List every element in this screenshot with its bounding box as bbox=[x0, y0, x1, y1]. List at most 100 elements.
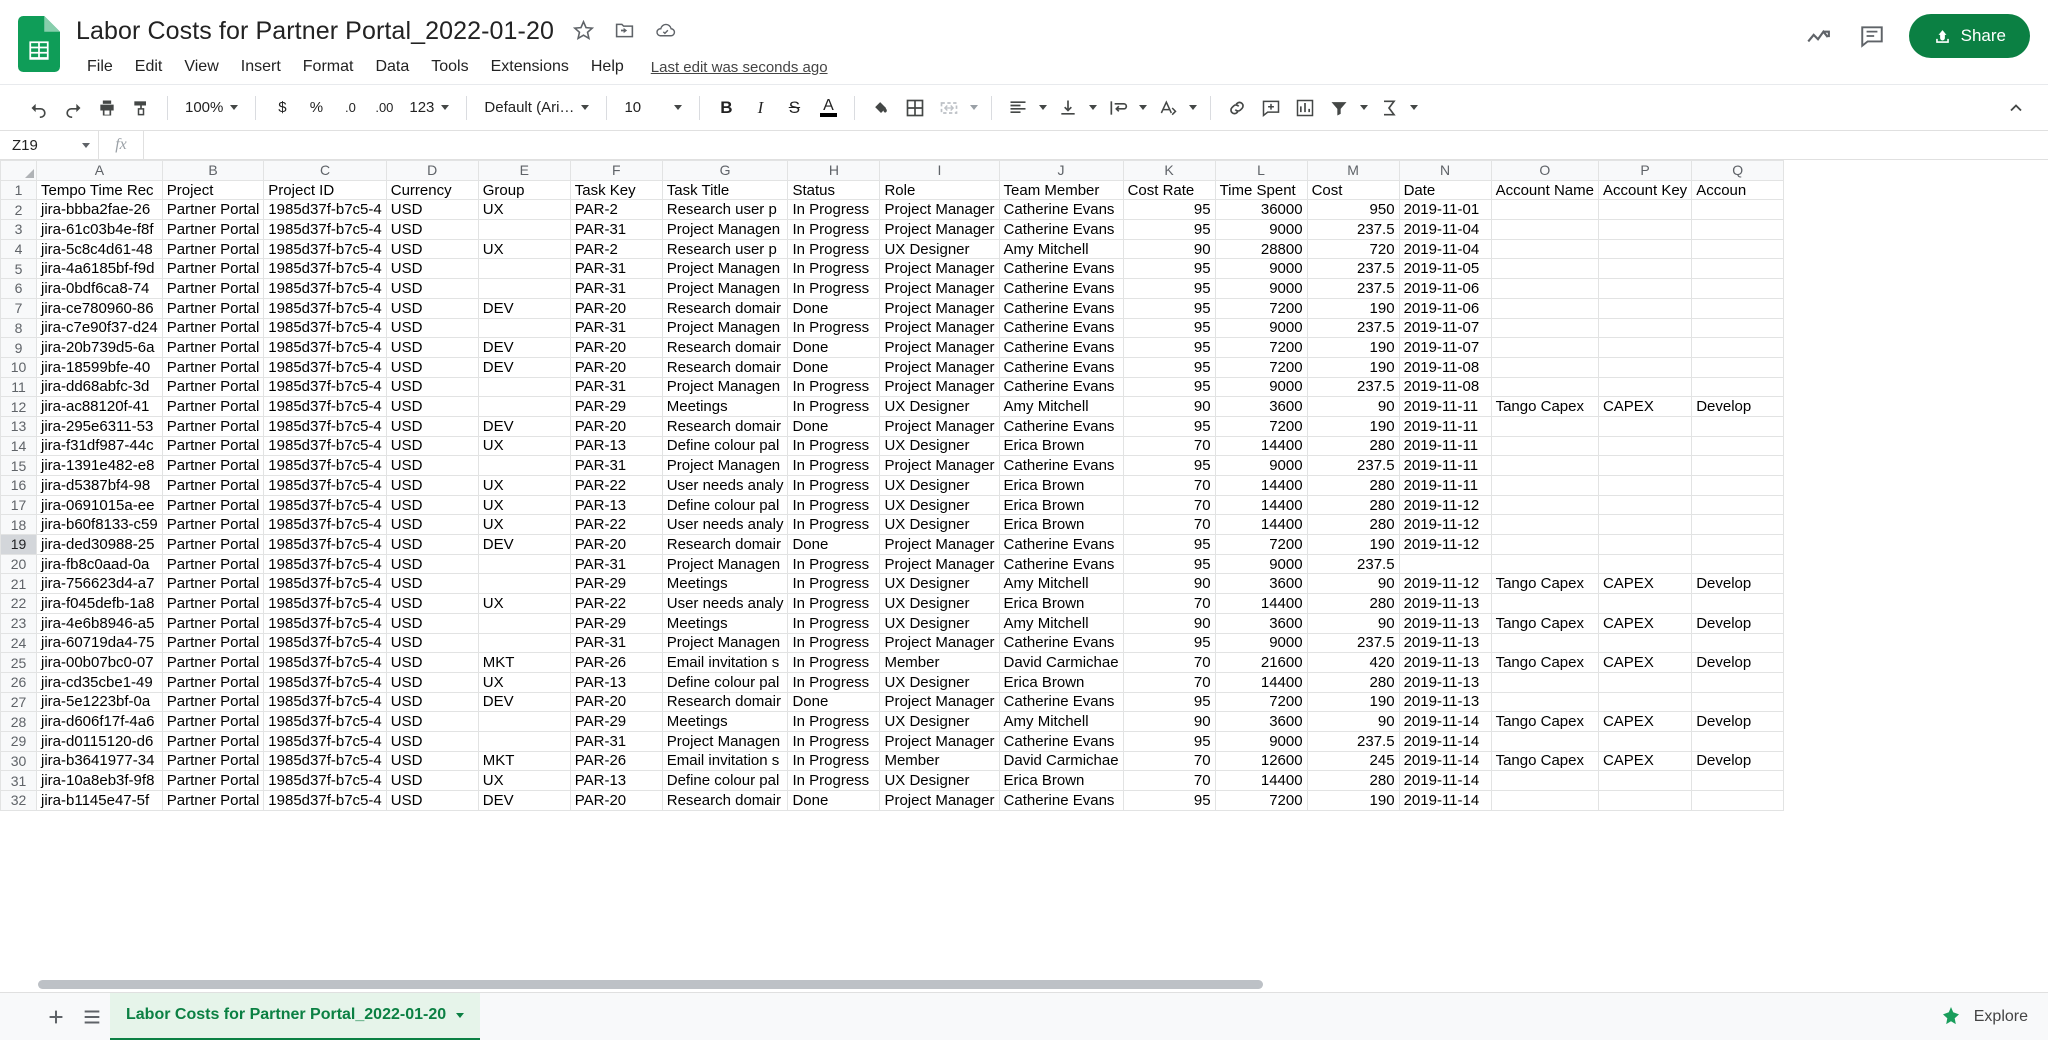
table-row[interactable]: 10jira-18599bfe-40Partner Portal1985d37f… bbox=[1, 357, 1784, 377]
menu-help[interactable]: Help bbox=[580, 54, 635, 80]
cell-M7[interactable]: 190 bbox=[1307, 298, 1399, 318]
cell-D22[interactable]: USD bbox=[386, 594, 478, 614]
cell-E18[interactable]: UX bbox=[478, 515, 570, 535]
header-cell-O1[interactable]: Account Name bbox=[1491, 180, 1598, 200]
text-wrapping-dropdown[interactable] bbox=[1135, 91, 1151, 125]
column-header-D[interactable]: D bbox=[386, 161, 478, 181]
cell-L17[interactable]: 14400 bbox=[1215, 495, 1307, 515]
table-row[interactable]: 29jira-d0115120-d6Partner Portal1985d37f… bbox=[1, 731, 1784, 751]
row-header-13[interactable]: 13 bbox=[1, 416, 37, 436]
cell-Q22[interactable] bbox=[1692, 594, 1784, 614]
header-cell-G1[interactable]: Task Title bbox=[662, 180, 788, 200]
cell-E17[interactable]: UX bbox=[478, 495, 570, 515]
cell-Q9[interactable] bbox=[1692, 338, 1784, 358]
italic-button[interactable]: I bbox=[743, 91, 777, 125]
cell-L6[interactable]: 9000 bbox=[1215, 279, 1307, 299]
header-cell-Q1[interactable]: Accoun bbox=[1692, 180, 1784, 200]
create-filter-dropdown[interactable] bbox=[1356, 91, 1372, 125]
table-row[interactable]: 14jira-f31df987-44cPartner Portal1985d37… bbox=[1, 436, 1784, 456]
cell-F11[interactable]: PAR-31 bbox=[570, 377, 662, 397]
cell-I14[interactable]: UX Designer bbox=[880, 436, 999, 456]
cell-A20[interactable]: jira-fb8c0aad-0a bbox=[37, 554, 163, 574]
cell-M27[interactable]: 190 bbox=[1307, 692, 1399, 712]
table-row[interactable]: 16jira-d5387bf4-98Partner Portal1985d37f… bbox=[1, 476, 1784, 496]
cell-A2[interactable]: jira-bbba2fae-26 bbox=[37, 200, 163, 220]
cell-F18[interactable]: PAR-22 bbox=[570, 515, 662, 535]
cell-G19[interactable]: Research domair bbox=[662, 535, 788, 555]
cell-J20[interactable]: Catherine Evans bbox=[999, 554, 1123, 574]
cell-B14[interactable]: Partner Portal bbox=[162, 436, 264, 456]
cell-J7[interactable]: Catherine Evans bbox=[999, 298, 1123, 318]
cell-B16[interactable]: Partner Portal bbox=[162, 476, 264, 496]
header-cell-P1[interactable]: Account Key bbox=[1598, 180, 1691, 200]
cell-I20[interactable]: Project Manager bbox=[880, 554, 999, 574]
cell-F17[interactable]: PAR-13 bbox=[570, 495, 662, 515]
cell-E27[interactable]: DEV bbox=[478, 692, 570, 712]
cell-D25[interactable]: USD bbox=[386, 653, 478, 673]
cell-L3[interactable]: 9000 bbox=[1215, 220, 1307, 240]
cell-A9[interactable]: jira-20b739d5-6a bbox=[37, 338, 163, 358]
cell-J31[interactable]: Erica Brown bbox=[999, 771, 1123, 791]
cell-A31[interactable]: jira-10a8eb3f-9f8 bbox=[37, 771, 163, 791]
cell-I8[interactable]: Project Manager bbox=[880, 318, 999, 338]
cell-Q29[interactable] bbox=[1692, 731, 1784, 751]
cell-K3[interactable]: 95 bbox=[1123, 220, 1215, 240]
cell-L32[interactable]: 7200 bbox=[1215, 791, 1307, 811]
menu-view[interactable]: View bbox=[173, 54, 229, 80]
cell-K22[interactable]: 70 bbox=[1123, 594, 1215, 614]
cell-N31[interactable]: 2019-11-14 bbox=[1399, 771, 1491, 791]
row-header-20[interactable]: 20 bbox=[1, 554, 37, 574]
cell-O3[interactable] bbox=[1491, 220, 1598, 240]
row-header-29[interactable]: 29 bbox=[1, 731, 37, 751]
cell-A11[interactable]: jira-dd68abfc-3d bbox=[37, 377, 163, 397]
cell-C14[interactable]: 1985d37f-b7c5-4 bbox=[264, 436, 386, 456]
cell-Q18[interactable] bbox=[1692, 515, 1784, 535]
cell-I2[interactable]: Project Manager bbox=[880, 200, 999, 220]
insert-chart-icon[interactable] bbox=[1288, 91, 1322, 125]
cell-D26[interactable]: USD bbox=[386, 672, 478, 692]
cell-P19[interactable] bbox=[1598, 535, 1691, 555]
cell-I29[interactable]: Project Manager bbox=[880, 731, 999, 751]
row-header-3[interactable]: 3 bbox=[1, 220, 37, 240]
cell-G32[interactable]: Research domair bbox=[662, 791, 788, 811]
decrease-decimal-button[interactable]: .0 bbox=[333, 91, 367, 125]
cell-Q26[interactable] bbox=[1692, 672, 1784, 692]
select-all-corner[interactable] bbox=[1, 161, 37, 181]
cell-Q30[interactable]: Develop bbox=[1692, 751, 1784, 771]
vertical-align-dropdown[interactable] bbox=[1085, 91, 1101, 125]
cell-D8[interactable]: USD bbox=[386, 318, 478, 338]
column-header-O[interactable]: O bbox=[1491, 161, 1598, 181]
cell-P25[interactable]: CAPEX bbox=[1598, 653, 1691, 673]
cell-G20[interactable]: Project Managen bbox=[662, 554, 788, 574]
cell-N26[interactable]: 2019-11-13 bbox=[1399, 672, 1491, 692]
cell-A17[interactable]: jira-0691015a-ee bbox=[37, 495, 163, 515]
bold-button[interactable]: B bbox=[709, 91, 743, 125]
cell-J21[interactable]: Amy Mitchell bbox=[999, 574, 1123, 594]
column-header-J[interactable]: J bbox=[999, 161, 1123, 181]
cell-K17[interactable]: 70 bbox=[1123, 495, 1215, 515]
cell-O25[interactable]: Tango Capex bbox=[1491, 653, 1598, 673]
text-rotation-icon[interactable] bbox=[1151, 91, 1185, 125]
cell-N13[interactable]: 2019-11-11 bbox=[1399, 416, 1491, 436]
menu-format[interactable]: Format bbox=[292, 54, 365, 80]
header-cell-N1[interactable]: Date bbox=[1399, 180, 1491, 200]
cell-N7[interactable]: 2019-11-06 bbox=[1399, 298, 1491, 318]
cell-F2[interactable]: PAR-2 bbox=[570, 200, 662, 220]
cell-N24[interactable]: 2019-11-13 bbox=[1399, 633, 1491, 653]
cell-H24[interactable]: In Progress bbox=[788, 633, 880, 653]
increase-decimal-button[interactable]: .00 bbox=[367, 91, 401, 125]
cell-M4[interactable]: 720 bbox=[1307, 239, 1399, 259]
percent-format-button[interactable]: % bbox=[299, 91, 333, 125]
header-cell-J1[interactable]: Team Member bbox=[999, 180, 1123, 200]
cell-P23[interactable]: CAPEX bbox=[1598, 613, 1691, 633]
cell-B13[interactable]: Partner Portal bbox=[162, 416, 264, 436]
cell-I19[interactable]: Project Manager bbox=[880, 535, 999, 555]
cell-I23[interactable]: UX Designer bbox=[880, 613, 999, 633]
cell-O15[interactable] bbox=[1491, 456, 1598, 476]
cell-G29[interactable]: Project Managen bbox=[662, 731, 788, 751]
cell-P30[interactable]: CAPEX bbox=[1598, 751, 1691, 771]
cell-G24[interactable]: Project Managen bbox=[662, 633, 788, 653]
header-cell-D1[interactable]: Currency bbox=[386, 180, 478, 200]
cell-O17[interactable] bbox=[1491, 495, 1598, 515]
more-formats-button[interactable]: 123 bbox=[401, 91, 457, 125]
